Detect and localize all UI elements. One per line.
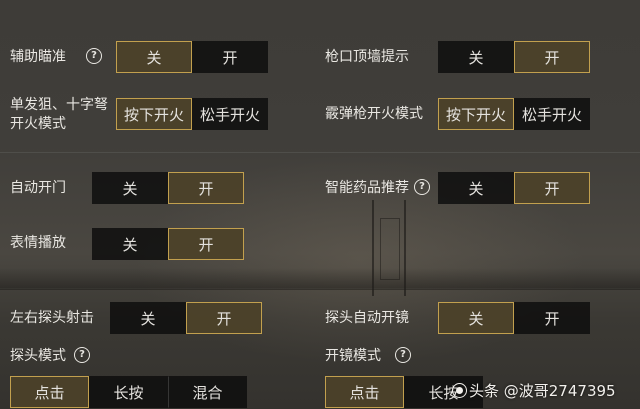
smart-medicine-off-option[interactable]: 关 — [438, 172, 514, 204]
auto-open-door-toggle: 关 开 — [92, 172, 244, 204]
emote-play-label: 表情播放 — [10, 235, 66, 251]
peek-fire-on-option[interactable]: 开 — [186, 302, 262, 334]
emote-play-on-option[interactable]: 开 — [168, 228, 244, 260]
peek-auto-scope-on-option[interactable]: 开 — [514, 302, 590, 334]
background-treeline — [0, 268, 640, 290]
smart-medicine-on-option[interactable]: 开 — [514, 172, 590, 204]
smart-medicine-toggle: 关 开 — [438, 172, 590, 204]
peek-mode-hold-option[interactable]: 长按 — [89, 376, 168, 408]
scope-mode-label: 开镜模式 — [325, 348, 381, 364]
muzzle-wall-hint-label: 枪口顶墙提示 — [325, 49, 409, 65]
aim-assist-on-option[interactable]: 开 — [192, 41, 268, 73]
smart-medicine-label: 智能药品推荐 — [325, 180, 409, 196]
aim-assist-label: 辅助瞄准 — [10, 49, 66, 65]
sniper-fire-mode-toggle: 按下开火 松手开火 — [116, 98, 268, 130]
question-circle-icon[interactable]: ? — [414, 179, 430, 195]
sniper-fire-mode-label-line2: 开火模式 — [10, 116, 66, 132]
peek-mode-label: 探头模式 — [10, 348, 66, 364]
auto-open-door-off-option[interactable]: 关 — [92, 172, 168, 204]
section-divider — [0, 152, 640, 153]
emote-play-off-option[interactable]: 关 — [92, 228, 168, 260]
peek-fire-off-option[interactable]: 关 — [110, 302, 186, 334]
shotgun-fire-mode-toggle: 按下开火 松手开火 — [438, 98, 590, 130]
peek-fire-toggle: 关 开 — [110, 302, 262, 334]
peek-mode-mixed-option[interactable]: 混合 — [168, 376, 247, 408]
shotgun-fire-mode-label: 霰弹枪开火模式 — [325, 106, 423, 122]
question-circle-icon[interactable]: ? — [74, 347, 90, 363]
peek-mode-selector: 点击 长按 混合 — [10, 376, 247, 408]
shotgun-release-fire-option[interactable]: 松手开火 — [514, 98, 590, 130]
peek-auto-scope-toggle: 关 开 — [438, 302, 590, 334]
sniper-release-fire-option[interactable]: 松手开火 — [192, 98, 268, 130]
muzzle-wall-hint-off-option[interactable]: 关 — [438, 41, 514, 73]
muzzle-wall-hint-toggle: 关 开 — [438, 41, 590, 73]
sniper-press-fire-option[interactable]: 按下开火 — [116, 98, 192, 130]
emote-play-toggle: 关 开 — [92, 228, 244, 260]
toutiao-logo-icon — [452, 383, 467, 398]
peek-fire-label: 左右探头射击 — [10, 310, 94, 326]
sniper-fire-mode-label-line1: 单发狙、十字弩 — [10, 97, 108, 113]
peek-auto-scope-label: 探头自动开镜 — [325, 310, 409, 326]
question-circle-icon[interactable]: ? — [86, 48, 102, 64]
shotgun-press-fire-option[interactable]: 按下开火 — [438, 98, 514, 130]
peek-auto-scope-off-option[interactable]: 关 — [438, 302, 514, 334]
question-circle-icon[interactable]: ? — [395, 347, 411, 363]
auto-open-door-label: 自动开门 — [10, 180, 66, 196]
watermark: 头条 @波哥2747395 — [452, 380, 616, 401]
peek-mode-tap-option[interactable]: 点击 — [10, 376, 89, 408]
aim-assist-off-option[interactable]: 关 — [116, 41, 192, 73]
muzzle-wall-hint-on-option[interactable]: 开 — [514, 41, 590, 73]
auto-open-door-on-option[interactable]: 开 — [168, 172, 244, 204]
scope-mode-tap-option[interactable]: 点击 — [325, 376, 404, 408]
watermark-text: 头条 @波哥2747395 — [469, 382, 616, 400]
aim-assist-toggle: 关 开 — [116, 41, 268, 73]
